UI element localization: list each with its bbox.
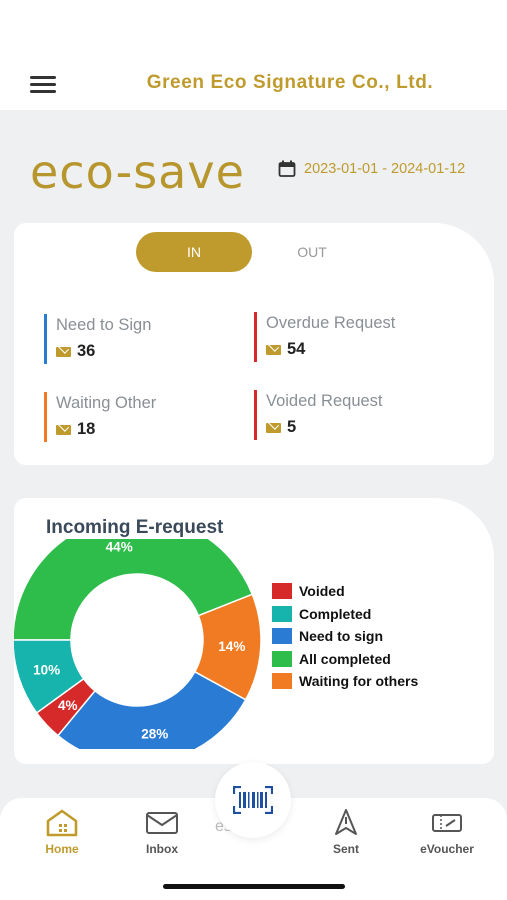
slice-label: 28%	[141, 726, 168, 741]
scan-button[interactable]	[215, 762, 291, 838]
stat-waiting-other[interactable]: Waiting Other 18	[44, 392, 234, 442]
stat-value: 5	[287, 418, 297, 436]
date-range-text: 2023-01-01 - 2024-01-12	[304, 161, 466, 177]
legend-swatch	[272, 628, 292, 645]
top-bar: Green Eco Signature Co., Ltd.	[0, 0, 507, 110]
legend-label: Need to sign	[299, 628, 384, 645]
in-out-toggle: IN OUT	[136, 232, 376, 272]
inbox-icon	[146, 812, 178, 834]
nav-inbox[interactable]: Inbox	[122, 808, 202, 856]
sent-icon	[335, 809, 357, 835]
stat-label: Need to Sign	[56, 316, 152, 334]
stat-color-bar	[254, 390, 257, 440]
hamburger-menu-icon[interactable]	[30, 76, 56, 94]
date-range[interactable]: 2023-01-01 - 2024-01-12	[278, 160, 465, 178]
legend-swatch	[272, 673, 292, 690]
legend-item: Waiting for others	[272, 670, 418, 693]
chart-legend: Voided Completed Need to sign All completed…	[272, 580, 418, 693]
evoucher-icon	[432, 814, 462, 832]
nav-label: Home	[45, 842, 79, 856]
stat-value: 54	[287, 340, 306, 358]
company-name: Green Eco Signature Co., Ltd.	[146, 72, 434, 93]
nav-label: Inbox	[146, 842, 178, 856]
stat-label: Voided Request	[266, 392, 383, 410]
legend-swatch	[272, 650, 292, 667]
stat-color-bar	[44, 392, 47, 442]
tab-in[interactable]: IN	[136, 232, 252, 272]
stat-color-bar	[44, 314, 47, 364]
incoming-chart-card: Incoming E-request 44% 14% 28% 4% 10% Voided…	[14, 498, 494, 764]
stat-overdue-request[interactable]: Overdue Request 54	[254, 312, 444, 362]
eco-save-logo: eco-save	[30, 145, 245, 199]
legend-item: Voided	[272, 580, 418, 603]
legend-label: All completed	[299, 650, 391, 667]
stat-label: Overdue Request	[266, 314, 396, 332]
barcode-scan-icon	[233, 786, 273, 814]
slice-label: 10%	[33, 662, 60, 677]
legend-item: All completed	[272, 648, 418, 671]
nav-home[interactable]: Home	[22, 808, 102, 856]
chart-title: Incoming E-request	[46, 517, 224, 538]
stat-value: 36	[77, 342, 96, 360]
envelope-icon	[56, 346, 71, 357]
legend-item: Need to sign	[272, 625, 418, 648]
legend-swatch	[272, 605, 292, 622]
calendar-icon	[278, 160, 296, 177]
tab-out[interactable]: OUT	[254, 232, 370, 272]
stat-voided-request[interactable]: Voided Request 5	[254, 390, 444, 440]
envelope-icon	[266, 344, 281, 355]
slice-label: 14%	[218, 639, 245, 654]
nav-evoucher[interactable]: eVoucher	[407, 808, 487, 856]
home-icon	[46, 809, 78, 837]
nav-label: Sent	[332, 842, 359, 856]
donut-chart: 44% 14% 28% 4% 10%	[14, 539, 262, 749]
stat-value: 18	[77, 420, 96, 438]
nav-sent[interactable]: Sent	[306, 808, 386, 856]
slice-label: 44%	[106, 540, 133, 555]
legend-item: Completed	[272, 603, 418, 626]
nav-label: eVoucher	[420, 842, 474, 856]
home-indicator	[163, 884, 345, 889]
stat-need-to-sign[interactable]: Need to Sign 36	[44, 314, 234, 364]
stat-label: Waiting Other	[56, 394, 157, 412]
legend-label: Voided	[299, 583, 345, 600]
request-summary-card: IN OUT Need to Sign 36 Overdue Request 5…	[14, 223, 494, 465]
stat-color-bar	[254, 312, 257, 362]
envelope-icon	[266, 422, 281, 433]
legend-label: Waiting for others	[299, 673, 419, 690]
slice-label: 4%	[58, 698, 78, 713]
legend-label: Completed	[299, 605, 372, 622]
legend-swatch	[272, 583, 292, 600]
envelope-icon	[56, 424, 71, 435]
